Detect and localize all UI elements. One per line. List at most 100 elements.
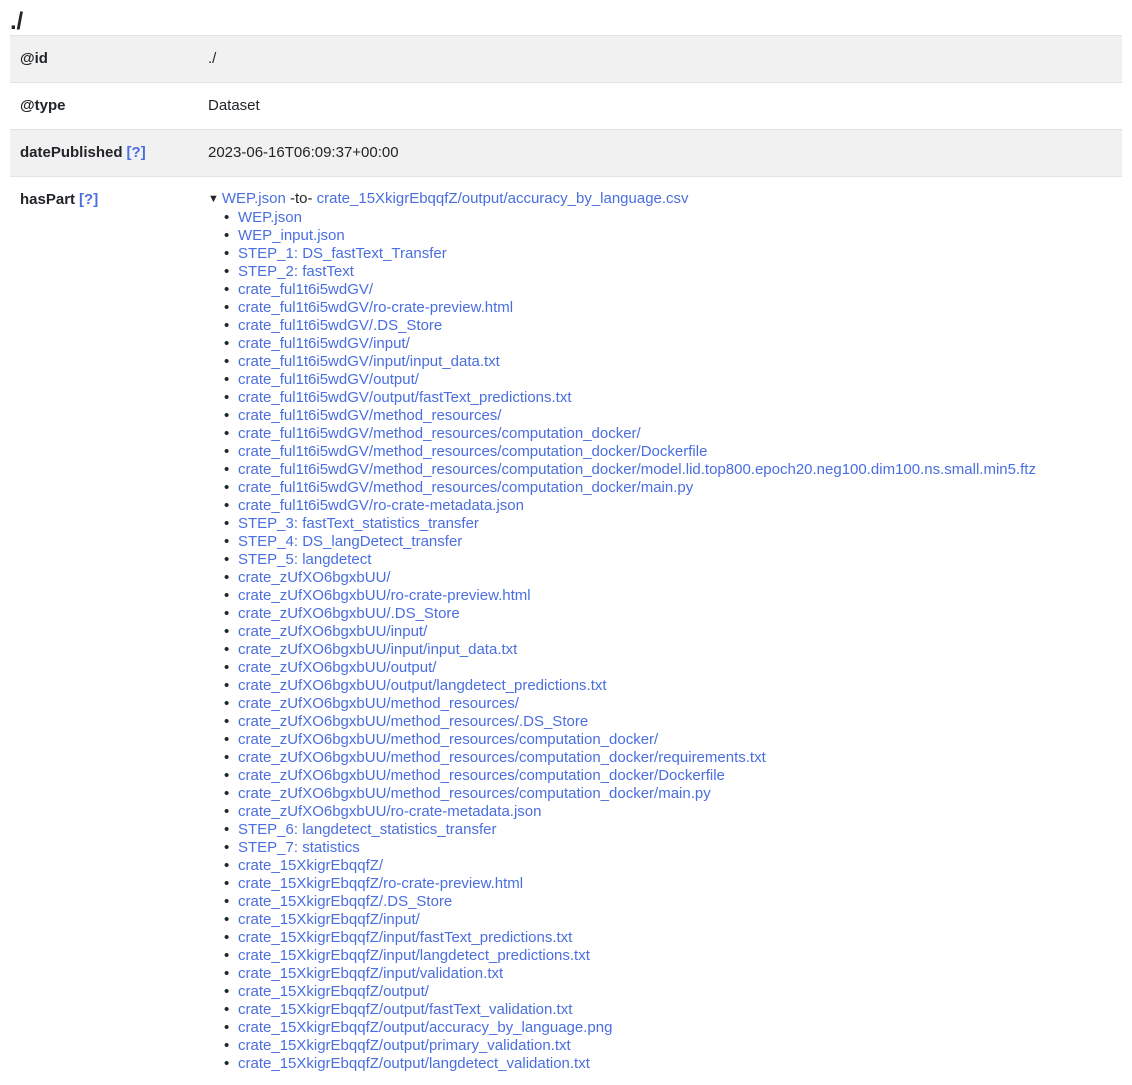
has-part-link[interactable]: crate_ful1t6i5wdGV/ro-crate-preview.html	[238, 299, 513, 316]
has-part-link[interactable]: crate_15XkigrEbqqfZ/output/primary_valid…	[238, 1037, 571, 1054]
has-part-link[interactable]: STEP_2: fastText	[238, 263, 354, 280]
property-value-cell: 2023-06-16T06:09:37+00:00	[198, 129, 1122, 176]
property-value-cell: Dataset	[198, 83, 1122, 130]
has-part-link[interactable]: crate_ful1t6i5wdGV/	[238, 281, 373, 298]
has-part-link[interactable]: crate_ful1t6i5wdGV/input/input_data.txt	[238, 353, 500, 370]
has-part-link[interactable]: crate_15XkigrEbqqfZ/input/validation.txt	[238, 965, 503, 982]
help-link-has-part[interactable]: [?]	[79, 191, 98, 208]
has-part-link[interactable]: crate_zUfXO6bgxbUU/	[238, 569, 391, 586]
has-part-link[interactable]: crate_zUfXO6bgxbUU/input/	[238, 623, 427, 640]
list-item: crate_ful1t6i5wdGV/method_resources/comp…	[224, 443, 1114, 461]
has-part-link[interactable]: STEP_3: fastText_statistics_transfer	[238, 515, 479, 532]
list-item: crate_15XkigrEbqqfZ/output/	[224, 983, 1114, 1001]
has-part-link[interactable]: crate_ful1t6i5wdGV/output/	[238, 371, 419, 388]
list-item: STEP_4: DS_langDetect_transfer	[224, 533, 1114, 551]
list-item: STEP_3: fastText_statistics_transfer	[224, 515, 1114, 533]
list-item: crate_15XkigrEbqqfZ/input/validation.txt	[224, 965, 1114, 983]
list-item: crate_zUfXO6bgxbUU/method_resources/comp…	[224, 749, 1114, 767]
has-part-link[interactable]: crate_zUfXO6bgxbUU/method_resources/comp…	[238, 749, 766, 766]
table-row: datePublished [?] 2023-06-16T06:09:37+00:…	[10, 129, 1122, 177]
has-part-link[interactable]: crate_zUfXO6bgxbUU/method_resources/	[238, 695, 519, 712]
ro-crate-preview-page: ./ @id ./ @type Dataset datePublished [?…	[0, 8, 1132, 1085]
list-item: crate_15XkigrEbqqfZ/output/primary_valid…	[224, 1037, 1114, 1055]
list-item: crate_15XkigrEbqqfZ/.DS_Store	[224, 893, 1114, 911]
has-part-link[interactable]: crate_15XkigrEbqqfZ/input/fastText_predi…	[238, 929, 572, 946]
list-item: crate_ful1t6i5wdGV/method_resources/comp…	[224, 479, 1114, 497]
list-item: crate_zUfXO6bgxbUU/input/input_data.txt	[224, 641, 1114, 659]
has-part-link[interactable]: crate_15XkigrEbqqfZ/input/	[238, 911, 420, 928]
has-part-link[interactable]: crate_ful1t6i5wdGV/.DS_Store	[238, 317, 442, 334]
list-item: crate_15XkigrEbqqfZ/	[224, 857, 1114, 875]
has-part-link[interactable]: crate_ful1t6i5wdGV/method_resources/comp…	[238, 461, 1036, 478]
metadata-table: @id ./ @type Dataset datePublished [?] 2…	[10, 35, 1122, 1085]
has-part-link[interactable]: crate_15XkigrEbqqfZ/output/langdetect_va…	[238, 1055, 590, 1072]
list-item: crate_ful1t6i5wdGV/ro-crate-preview.html	[224, 299, 1114, 317]
has-part-link[interactable]: STEP_5: langdetect	[238, 551, 371, 568]
has-part-link[interactable]: STEP_1: DS_fastText_Transfer	[238, 245, 447, 262]
has-part-link[interactable]: crate_15XkigrEbqqfZ/output/accuracy_by_l…	[238, 1019, 612, 1036]
has-part-link[interactable]: crate_15XkigrEbqqfZ/output/	[238, 983, 429, 1000]
has-part-link[interactable]: crate_zUfXO6bgxbUU/output/	[238, 659, 436, 676]
has-part-link[interactable]: crate_ful1t6i5wdGV/method_resources/comp…	[238, 443, 707, 460]
has-part-link[interactable]: crate_ful1t6i5wdGV/output/fastText_predi…	[238, 389, 572, 406]
table-row: hasPart [?] ▼ WEP.json -to- crate_15XkigrE…	[10, 176, 1122, 1085]
list-item: crate_zUfXO6bgxbUU/method_resources/comp…	[224, 731, 1114, 749]
list-item: crate_zUfXO6bgxbUU/method_resources/	[224, 695, 1114, 713]
list-item: crate_ful1t6i5wdGV/	[224, 281, 1114, 299]
has-part-link[interactable]: crate_zUfXO6bgxbUU/method_resources/comp…	[238, 785, 711, 802]
has-part-link[interactable]: crate_15XkigrEbqqfZ/.DS_Store	[238, 893, 452, 910]
list-item: STEP_7: statistics	[224, 839, 1114, 857]
property-value-cell: ./	[198, 36, 1122, 83]
has-part-link[interactable]: crate_ful1t6i5wdGV/method_resources/	[238, 407, 501, 424]
has-part-link[interactable]: crate_zUfXO6bgxbUU/method_resources/.DS_…	[238, 713, 588, 730]
property-value-text: ./	[208, 50, 217, 68]
list-item: crate_15XkigrEbqqfZ/ro-crate-preview.htm…	[224, 875, 1114, 893]
has-part-link[interactable]: STEP_4: DS_langDetect_transfer	[238, 533, 462, 550]
property-key-cell: datePublished [?]	[10, 129, 198, 176]
has-part-link[interactable]: crate_zUfXO6bgxbUU/input/input_data.txt	[238, 641, 517, 658]
list-item: WEP_input.json	[224, 227, 1114, 245]
property-value-text: 2023-06-16T06:09:37+00:00	[208, 143, 399, 161]
list-item: crate_15XkigrEbqqfZ/output/accuracy_by_l…	[224, 1019, 1114, 1037]
list-item: crate_zUfXO6bgxbUU/.DS_Store	[224, 605, 1114, 623]
has-part-link[interactable]: crate_15XkigrEbqqfZ/output/fastText_vali…	[238, 1001, 572, 1018]
property-key-label: hasPart	[20, 190, 76, 208]
list-item: crate_ful1t6i5wdGV/input/input_data.txt	[224, 353, 1114, 371]
has-part-link[interactable]: crate_zUfXO6bgxbUU/ro-crate-preview.html	[238, 587, 531, 604]
table-row: @type Dataset	[10, 82, 1122, 130]
has-part-link[interactable]: crate_15XkigrEbqqfZ/ro-crate-preview.htm…	[238, 875, 523, 892]
has-part-link[interactable]: crate_zUfXO6bgxbUU/method_resources/comp…	[238, 731, 658, 748]
list-item: crate_ful1t6i5wdGV/input/	[224, 335, 1114, 353]
list-item: crate_ful1t6i5wdGV/output/fastText_predi…	[224, 389, 1114, 407]
triangle-down-icon[interactable]: ▼	[208, 190, 219, 209]
has-part-link[interactable]: crate_15XkigrEbqqfZ/	[238, 857, 383, 874]
has-part-link[interactable]: crate_zUfXO6bgxbUU/.DS_Store	[238, 605, 460, 622]
has-part-link[interactable]: crate_zUfXO6bgxbUU/ro-crate-metadata.jso…	[238, 803, 541, 820]
list-item: crate_zUfXO6bgxbUU/method_resources/.DS_…	[224, 713, 1114, 731]
has-part-link[interactable]: WEP.json	[238, 209, 302, 226]
list-item: WEP.json	[224, 209, 1114, 227]
list-item: crate_zUfXO6bgxbUU/output/	[224, 659, 1114, 677]
has-part-summary-last-link[interactable]: crate_15XkigrEbqqfZ/output/accuracy_by_l…	[317, 190, 689, 207]
has-part-link[interactable]: crate_ful1t6i5wdGV/method_resources/comp…	[238, 479, 693, 496]
has-part-link[interactable]: crate_zUfXO6bgxbUU/output/langdetect_pre…	[238, 677, 607, 694]
has-part-link[interactable]: crate_zUfXO6bgxbUU/method_resources/comp…	[238, 767, 725, 784]
list-item: crate_ful1t6i5wdGV/output/	[224, 371, 1114, 389]
has-part-link[interactable]: crate_ful1t6i5wdGV/method_resources/comp…	[238, 425, 641, 442]
has-part-disclosure-summary[interactable]: ▼ WEP.json -to- crate_15XkigrEbqqfZ/outpu…	[208, 189, 1114, 209]
has-part-link[interactable]: STEP_7: statistics	[238, 839, 360, 856]
list-item: STEP_5: langdetect	[224, 551, 1114, 569]
help-link-date-published[interactable]: [?]	[127, 144, 146, 161]
property-value-text: Dataset	[208, 97, 260, 115]
list-item: crate_15XkigrEbqqfZ/input/fastText_predi…	[224, 929, 1114, 947]
has-part-link[interactable]: crate_15XkigrEbqqfZ/input/langdetect_pre…	[238, 947, 590, 964]
list-item: crate_ful1t6i5wdGV/.DS_Store	[224, 317, 1114, 335]
list-item: STEP_2: fastText	[224, 263, 1114, 281]
page-title: ./	[10, 8, 23, 35]
has-part-link[interactable]: crate_ful1t6i5wdGV/input/	[238, 335, 410, 352]
has-part-summary-first-link[interactable]: WEP.json	[222, 190, 286, 207]
list-item: crate_ful1t6i5wdGV/method_resources/comp…	[224, 425, 1114, 443]
has-part-link[interactable]: STEP_6: langdetect_statistics_transfer	[238, 821, 496, 838]
has-part-link[interactable]: crate_ful1t6i5wdGV/ro-crate-metadata.jso…	[238, 497, 524, 514]
has-part-link[interactable]: WEP_input.json	[238, 227, 345, 244]
